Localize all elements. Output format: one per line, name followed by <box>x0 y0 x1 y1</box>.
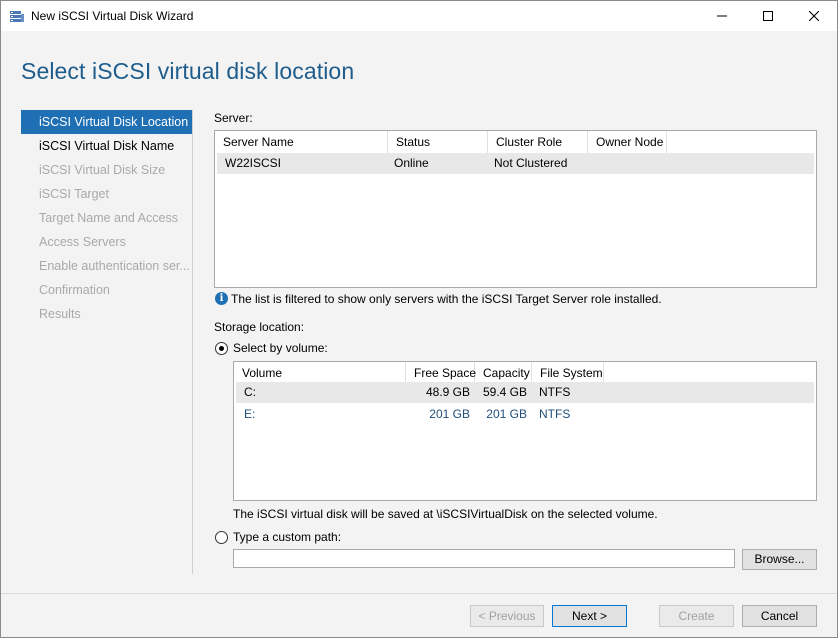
browse-button[interactable]: Browse... <box>742 549 817 570</box>
maximize-button[interactable] <box>745 1 791 31</box>
column-cluster-role[interactable]: Cluster Role <box>488 131 588 153</box>
info-icon: i <box>215 292 228 305</box>
table-row[interactable]: E: 201 GB 201 GB NTFS <box>236 404 814 425</box>
select-by-volume-label[interactable]: Select by volume: <box>233 341 328 355</box>
column-file-system[interactable]: File System <box>532 362 604 384</box>
storage-location-label: Storage location: <box>214 320 305 334</box>
table-row[interactable]: C: 48.9 GB 59.4 GB NTFS <box>236 382 814 403</box>
capacity-cell: 201 GB <box>486 407 527 421</box>
nav-item-results: Results <box>39 307 81 321</box>
column-volume[interactable]: Volume <box>234 362 406 384</box>
nav-item-virtual-disk-size: iSCSI Virtual Disk Size <box>39 163 166 177</box>
column-owner-node[interactable]: Owner Node <box>588 131 667 153</box>
page-title: Select iSCSI virtual disk location <box>21 58 355 84</box>
server-list[interactable]: Server Name Status Cluster Role Owner No… <box>214 130 817 288</box>
previous-button[interactable]: < Previous <box>470 605 544 627</box>
wizard-nav: iSCSI Virtual Disk Location iSCSI Virtua… <box>21 110 193 574</box>
minimize-button[interactable] <box>699 1 745 31</box>
nav-item-virtual-disk-name[interactable]: iSCSI Virtual Disk Name <box>21 134 192 158</box>
cancel-button[interactable]: Cancel <box>742 605 817 627</box>
volume-cell: E: <box>244 407 256 421</box>
volume-list[interactable]: Volume Free Space Capacity File System C… <box>233 361 817 501</box>
select-by-volume-radio[interactable] <box>215 342 228 355</box>
maximize-icon <box>763 11 773 21</box>
minimize-icon <box>717 15 727 17</box>
free-space-cell: 48.9 GB <box>425 385 470 399</box>
close-icon <box>809 11 819 21</box>
nav-item-confirmation: Confirmation <box>39 283 110 297</box>
server-filter-note: The list is filtered to show only server… <box>231 292 662 306</box>
custom-path-radio[interactable] <box>215 531 228 544</box>
volume-list-header: Volume Free Space Capacity File System <box>234 362 604 384</box>
column-free-space[interactable]: Free Space <box>406 362 476 384</box>
custom-path-label[interactable]: Type a custom path: <box>233 530 341 544</box>
create-button[interactable]: Create <box>659 605 734 627</box>
server-list-header: Server Name Status Cluster Role Owner No… <box>215 131 667 153</box>
window-title: New iSCSI Virtual Disk Wizard <box>31 9 194 23</box>
volume-cell: C: <box>244 385 256 399</box>
nav-item-iscsi-target: iSCSI Target <box>39 187 109 201</box>
file-system-cell: NTFS <box>539 407 571 421</box>
column-status[interactable]: Status <box>388 131 488 153</box>
server-name-cell: W22ISCSI <box>225 156 282 170</box>
table-row[interactable]: W22ISCSI Online Not Clustered <box>217 153 814 174</box>
next-button[interactable]: Next > <box>552 605 627 627</box>
server-label: Server: <box>214 111 253 125</box>
free-space-cell: 201 GB <box>429 407 470 421</box>
custom-path-input[interactable] <box>233 549 735 568</box>
nav-item-target-name-access: Target Name and Access <box>39 211 178 225</box>
nav-item-virtual-disk-location[interactable]: iSCSI Virtual Disk Location <box>21 110 192 134</box>
server-wizard-icon <box>10 11 24 22</box>
nav-item-enable-authentication: Enable authentication ser... <box>39 259 190 273</box>
capacity-cell: 59.4 GB <box>482 385 527 399</box>
save-location-note: The iSCSI virtual disk will be saved at … <box>233 507 658 521</box>
file-system-cell: NTFS <box>539 385 571 399</box>
cluster-role-cell: Not Clustered <box>494 156 568 170</box>
title-bar: New iSCSI Virtual Disk Wizard <box>1 1 837 31</box>
column-server-name[interactable]: Server Name <box>215 131 388 153</box>
nav-item-access-servers: Access Servers <box>39 235 126 249</box>
column-capacity[interactable]: Capacity <box>475 362 532 384</box>
close-button[interactable] <box>791 1 837 31</box>
status-cell: Online <box>394 156 429 170</box>
